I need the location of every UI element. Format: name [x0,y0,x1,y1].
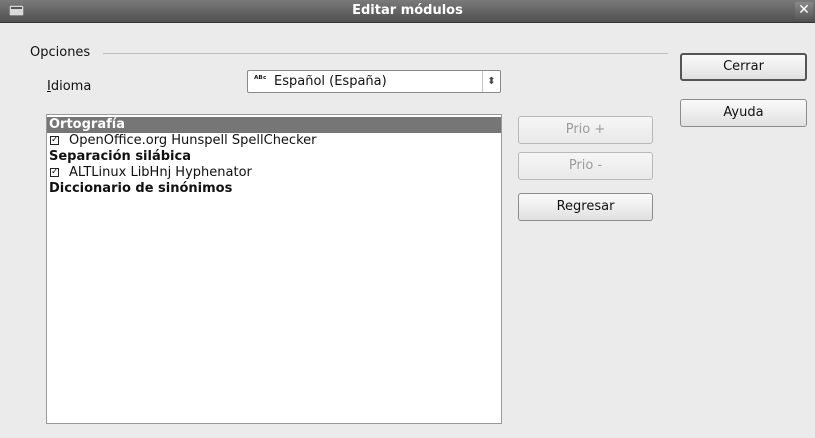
close-window-icon[interactable]: ✕ [795,2,813,19]
title-bar[interactable]: Editar módulos ✕ [0,0,815,23]
language-label: Idioma [47,79,92,94]
options-divider [103,53,668,54]
module-checkbox[interactable]: ✓ [50,168,59,177]
module-item[interactable]: ✓ ALTLinux LibHnj Hyphenator [47,165,501,181]
help-button[interactable]: Ayuda [680,99,807,127]
spin-arrows-icon[interactable]: ⬍ [482,71,500,92]
module-checkbox[interactable]: ✓ [50,136,59,145]
module-label: ALTLinux LibHnj Hyphenator [69,165,252,180]
priority-down-button[interactable]: Prio - [518,152,653,180]
module-item[interactable]: ✓ OpenOffice.org Hunspell SpellChecker [47,133,501,149]
language-select[interactable]: ᴬᴮᶜ Español (España) ⬍ [247,70,501,93]
spellcheck-language-icon: ᴬᴮᶜ [254,75,267,85]
back-button[interactable]: Regresar [518,193,653,221]
module-category-label: Diccionario de sinónimos [49,181,233,196]
module-category[interactable]: Diccionario de sinónimos [47,181,501,197]
module-category-label: Separación silábica [49,149,191,164]
module-category-label: Ortografía [49,117,125,132]
priority-up-button[interactable]: Prio + [518,116,653,144]
edit-modules-dialog: Editar módulos ✕ Opciones Idioma ᴬᴮᶜ Esp… [0,0,815,438]
module-label: OpenOffice.org Hunspell SpellChecker [69,133,317,148]
close-button[interactable]: Cerrar [680,53,807,81]
module-category[interactable]: Separación silábica [47,149,501,165]
module-list[interactable]: Ortografía ✓ OpenOffice.org Hunspell Spell… [46,114,502,424]
options-legend: Opciones [30,45,91,60]
language-value: Español (España) [274,74,387,89]
window-title: Editar módulos [352,3,463,18]
module-category[interactable]: Ortografía [47,117,501,133]
